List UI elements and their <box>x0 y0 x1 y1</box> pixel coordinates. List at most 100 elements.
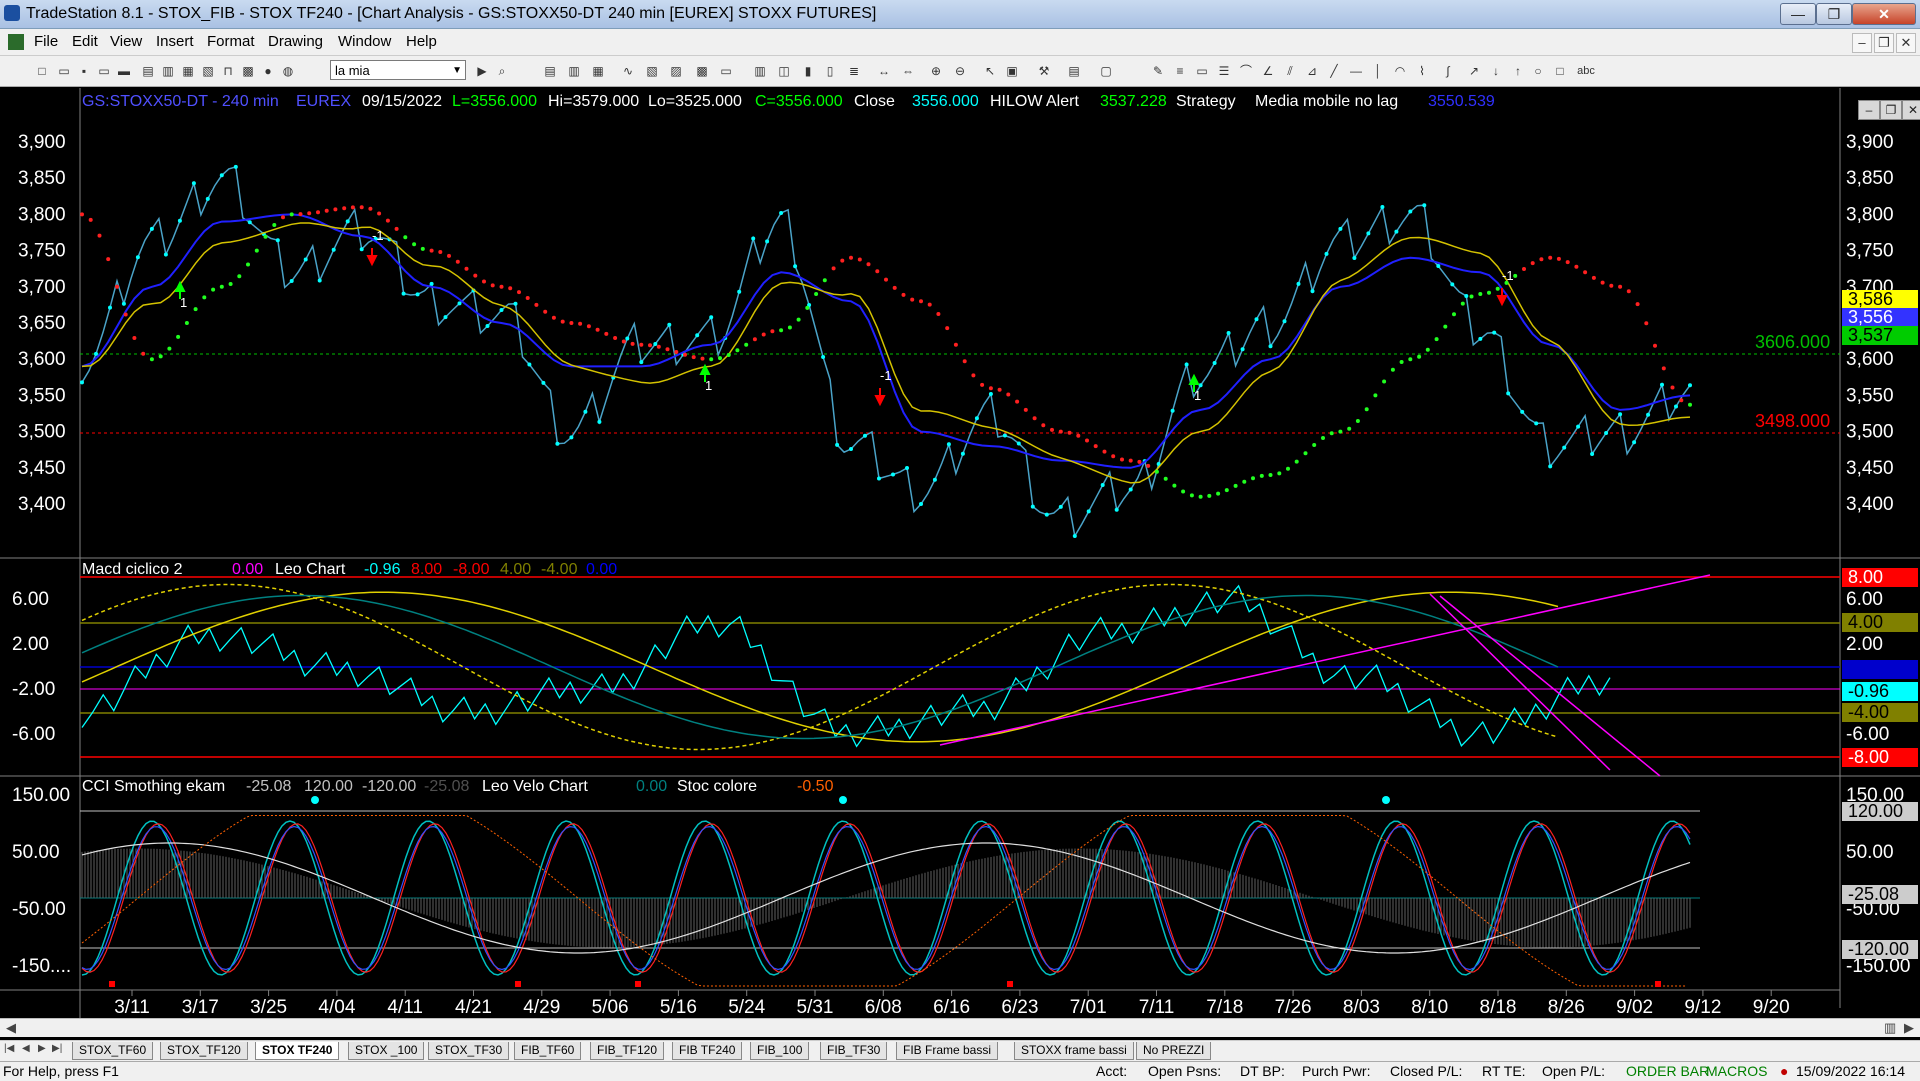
hline-icon[interactable]: ― <box>1348 63 1364 79</box>
chart-restore-button[interactable]: ❐ <box>1880 100 1902 120</box>
wave-icon[interactable]: ∿ <box>620 63 636 79</box>
tab-stox-tf120[interactable]: STOX_TF120 <box>160 1042 248 1060</box>
arc-icon[interactable]: ◠ <box>1392 63 1408 79</box>
menu-format[interactable]: Format <box>207 33 255 50</box>
volume-icon[interactable]: ▯ <box>822 63 838 79</box>
menu-edit[interactable]: Edit <box>72 33 98 50</box>
chart-area[interactable]: 3,900 3,850 3,800 3,750 3,700 3,650 3,600 3,550… <box>0 88 1920 1023</box>
mdi-minimize-button[interactable]: – <box>1852 33 1872 53</box>
expand-icon[interactable]: ↔ <box>876 63 892 79</box>
minimize-button[interactable]: — <box>1780 3 1816 25</box>
ellipse-icon[interactable]: ○ <box>1530 63 1546 79</box>
menu-view[interactable]: View <box>110 33 142 50</box>
mdi-restore-button[interactable]: ❐ <box>1874 33 1894 53</box>
find-icon[interactable]: ⌕ <box>494 63 510 79</box>
freehand-icon[interactable]: ∫ <box>1440 63 1456 79</box>
pencil-icon[interactable]: ✎ <box>1150 63 1166 79</box>
tab-fib-tf240[interactable]: FIB TF240 <box>672 1042 743 1060</box>
stats-icon[interactable]: ◫ <box>776 63 792 79</box>
tab-stox-tf240[interactable]: STOX TF240 <box>255 1042 340 1060</box>
horizontal-lines-icon[interactable]: ≡ <box>1172 63 1188 79</box>
compress-icon[interactable]: ⇔ <box>900 63 916 79</box>
tab-stox-tf60[interactable]: STOX_TF60 <box>72 1042 154 1060</box>
tab-fib-tf30[interactable]: FIB_TF30 <box>820 1042 888 1060</box>
scroll-left-icon[interactable]: ◀ <box>6 1020 16 1036</box>
spiral-icon[interactable]: ⌇ <box>1414 63 1430 79</box>
chart-icon[interactable]: ▤ <box>542 63 558 79</box>
arrow-tool-icon[interactable]: ↗ <box>1466 63 1482 79</box>
menu-window[interactable]: Window <box>338 33 391 50</box>
format-icon[interactable]: ▦ <box>180 63 196 79</box>
tab-no-prezzi[interactable]: No PREZZI <box>1136 1042 1212 1060</box>
gann-icon[interactable]: ⊿ <box>1304 63 1320 79</box>
tab-first-icon[interactable]: |◀ <box>4 1043 14 1054</box>
analysis-icon[interactable]: ▩ <box>694 63 710 79</box>
status-order-bar[interactable]: ORDER BAR <box>1626 1063 1709 1079</box>
chart-window-icon[interactable] <box>8 34 24 50</box>
refresh-icon[interactable]: ▩ <box>240 63 256 79</box>
mdi-close-button[interactable]: ✕ <box>1896 33 1916 53</box>
print-preview-icon[interactable]: ▥ <box>160 63 176 79</box>
indicator-icon[interactable]: ▧ <box>644 63 660 79</box>
scroll-thumb-icon[interactable]: ▥ <box>1884 1020 1896 1036</box>
candle-icon[interactable]: ▮ <box>800 63 816 79</box>
select-icon[interactable]: ▣ <box>1004 63 1020 79</box>
fib-icon[interactable]: ☰ <box>1216 63 1232 79</box>
tab-stox-tf30[interactable]: STOX_TF30 <box>428 1042 510 1060</box>
workspace-select[interactable]: la mia ▼ <box>330 60 466 80</box>
tab-last-icon[interactable]: ▶| <box>52 1043 62 1054</box>
up-arrow-icon[interactable]: ↑ <box>1510 63 1526 79</box>
menu-insert[interactable]: Insert <box>156 33 194 50</box>
zoom-out-icon[interactable]: ⊖ <box>952 63 968 79</box>
chart2-icon[interactable]: ▥ <box>566 63 582 79</box>
play-icon[interactable]: ▶ <box>474 63 490 79</box>
save-icon[interactable]: ▪ <box>76 63 92 79</box>
menu-drawing[interactable]: Drawing <box>268 33 323 50</box>
workspace-icon[interactable]: ▬ <box>116 63 132 79</box>
maximize-button[interactable]: ❐ <box>1816 3 1852 25</box>
lock-icon[interactable]: ⊓ <box>220 63 236 79</box>
chart3-icon[interactable]: ▦ <box>590 63 606 79</box>
clone-icon[interactable]: ▭ <box>718 63 734 79</box>
layout-icon[interactable]: ▧ <box>200 63 216 79</box>
status-macros[interactable]: MACROS <box>1706 1063 1767 1079</box>
trendline-icon[interactable]: ╱ <box>1326 63 1342 79</box>
chart-close-button[interactable]: ✕ <box>1902 100 1920 120</box>
tab-fib-tf60[interactable]: FIB_TF60 <box>514 1042 582 1060</box>
data-window-icon[interactable]: ▤ <box>1066 63 1082 79</box>
tab-prev-icon[interactable]: ◀ <box>22 1043 30 1054</box>
zoom-in-icon[interactable]: ⊕ <box>928 63 944 79</box>
hammer-icon[interactable]: ⚒ <box>1036 63 1052 79</box>
horizontal-scrollbar[interactable]: ◀ ▥ ▶ <box>0 1018 1920 1037</box>
menu-file[interactable]: File <box>34 33 58 50</box>
level-icon[interactable]: ≣ <box>846 63 862 79</box>
macd-trendline-2[interactable] <box>1429 593 1611 771</box>
print-icon[interactable]: ▤ <box>140 63 156 79</box>
chart-minimize-button[interactable]: – <box>1858 100 1880 120</box>
tab-next-icon[interactable]: ▶ <box>38 1043 46 1054</box>
bars-icon[interactable]: ▥ <box>752 63 768 79</box>
folder-icon[interactable]: ▭ <box>96 63 112 79</box>
down-arrow-icon[interactable]: ↓ <box>1488 63 1504 79</box>
chart-canvas[interactable]: 3,900 3,850 3,800 3,750 3,700 3,650 3,600 3,550… <box>0 88 1920 1023</box>
text-icon[interactable]: abc <box>1574 63 1598 79</box>
macd-trendline[interactable] <box>939 574 1711 746</box>
tab-fib-100[interactable]: FIB_100 <box>750 1042 810 1060</box>
new-icon[interactable]: □ <box>34 63 50 79</box>
alert-icon[interactable]: ▢ <box>1098 63 1114 79</box>
channel-icon[interactable]: ⫽ <box>1282 63 1298 79</box>
web-icon[interactable]: ● <box>260 63 276 79</box>
tab-stox-100[interactable]: STOX _100 <box>348 1042 425 1060</box>
tab-stoxx-frame-bassi[interactable]: STOXX frame bassi <box>1014 1042 1134 1060</box>
rectangle-tool-icon[interactable]: ▭ <box>1194 63 1210 79</box>
tab-fib-frame-bassi[interactable]: FIB Frame bassi <box>896 1042 999 1060</box>
menu-help[interactable]: Help <box>406 33 437 50</box>
close-button[interactable]: ✕ <box>1852 3 1916 25</box>
globe-icon[interactable]: ◍ <box>280 63 296 79</box>
strategy-icon[interactable]: ▨ <box>668 63 684 79</box>
tab-fib-tf120[interactable]: FIB_TF120 <box>590 1042 665 1060</box>
angle-icon[interactable]: ∠ <box>1260 63 1276 79</box>
vline-icon[interactable]: │ <box>1370 63 1386 79</box>
scroll-right-icon[interactable]: ▶ <box>1904 1020 1914 1036</box>
rectangle-icon[interactable]: □ <box>1552 63 1568 79</box>
